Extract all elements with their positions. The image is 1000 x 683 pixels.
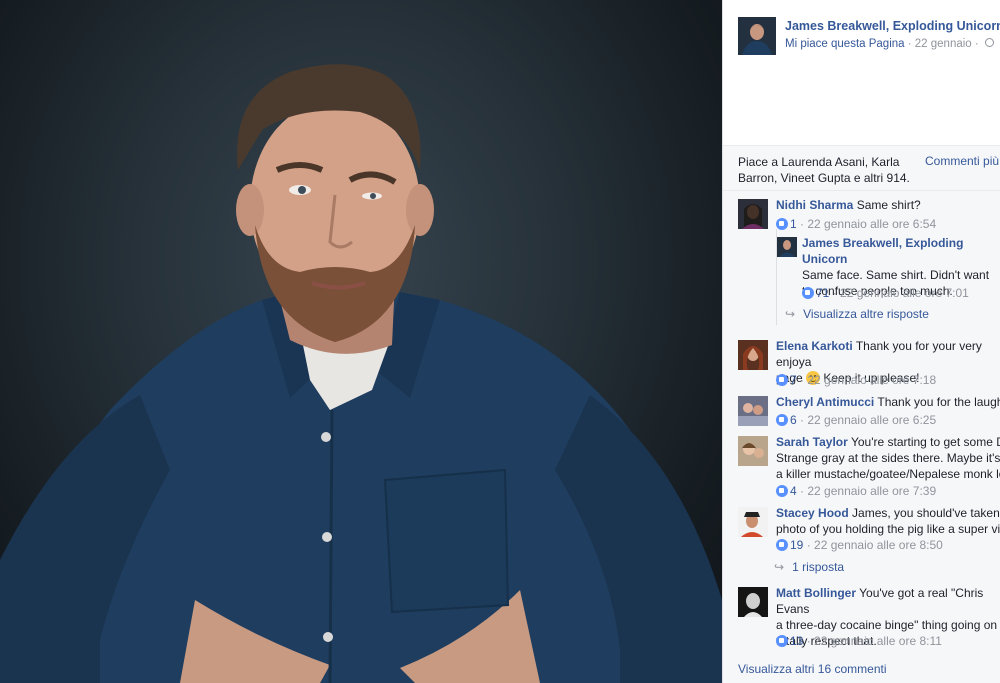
- commenter-avatar[interactable]: [738, 396, 768, 426]
- comment-time[interactable]: · 22 gennaio alle ore 8:11: [807, 634, 942, 648]
- comment-meta: 6 · 22 gennaio alle ore 6:25: [776, 413, 936, 427]
- comment-author[interactable]: Cheryl Antimucci: [776, 395, 874, 409]
- avatar-image: [738, 436, 768, 466]
- like-icon: [776, 635, 788, 647]
- comment-author[interactable]: Matt Bollinger: [776, 586, 856, 600]
- like-count[interactable]: 71: [816, 286, 829, 300]
- reactions-summary[interactable]: Piace a Laurenda Asani, Karla Barron, Vi…: [738, 154, 913, 186]
- reply-arrow-icon: ↪: [785, 307, 796, 321]
- commenter-avatar[interactable]: [738, 436, 768, 466]
- one-reply-label[interactable]: 1 risposta: [792, 560, 844, 574]
- comments-sort-link[interactable]: Commenti più r: [925, 154, 1000, 168]
- comment-time[interactable]: · 22 gennaio alle ore 7:18: [800, 373, 936, 387]
- comment-time[interactable]: · 22 gennaio alle ore 6:25: [800, 413, 936, 427]
- reactions-bar: Piace a Laurenda Asani, Karla Barron, Vi…: [723, 145, 1000, 191]
- reply-thread: James Breakwell, Exploding Unicorn Same f…: [776, 229, 1000, 325]
- avatar-image: [738, 340, 768, 370]
- like-count[interactable]: 7: [790, 373, 797, 387]
- avatar-image: [738, 507, 768, 537]
- globe-icon: [984, 38, 994, 47]
- comment-text-2: a three-day cocaine binge" thing going o…: [776, 618, 1000, 632]
- comment-author[interactable]: Stacey Hood: [776, 506, 849, 520]
- one-reply-link[interactable]: ↪ 1 risposta: [774, 560, 844, 574]
- reply-arrow-icon: ↪: [774, 560, 785, 574]
- like-page-link[interactable]: Mi piace questa Pagina: [785, 38, 905, 50]
- comment-text-3: a killer mustache/goatee/Nepalese monk l…: [776, 467, 1000, 481]
- comment-meta: 7 · 22 gennaio alle ore 7:18: [776, 373, 936, 387]
- comment-body: Sarah Taylor You're starting to get some…: [776, 434, 1000, 482]
- avatar-image: [777, 237, 797, 257]
- comment-text: Same shirt?: [856, 198, 921, 212]
- comment-body: Nidhi Sharma Same shirt?: [776, 197, 1000, 213]
- comment-body: Cheryl Antimucci Thank you for the laugh…: [776, 394, 1000, 410]
- like-count[interactable]: 4: [790, 484, 797, 498]
- comment-time[interactable]: · 22 gennaio alle ore 7:39: [800, 484, 936, 498]
- avatar-image: [738, 587, 768, 617]
- comment-text: James, you should've taken th: [852, 506, 1000, 520]
- reply-meta: 71 · 22 gennaio alle ore 7:01: [802, 286, 969, 300]
- like-icon: [802, 287, 814, 299]
- more-replies-label[interactable]: Visualizza altre risposte: [803, 307, 929, 321]
- comment-time[interactable]: · 22 gennaio alle ore 8:50: [807, 538, 943, 552]
- comment-text-2: Strange gray at the sides there. Maybe i…: [776, 451, 1000, 465]
- comment-text-2: photo of you holding the pig like a supe…: [776, 522, 1000, 536]
- like-icon: [776, 539, 788, 551]
- avatar-image: [738, 396, 768, 426]
- commenter-avatar[interactable]: [738, 587, 768, 617]
- like-icon: [776, 485, 788, 497]
- more-replies-link[interactable]: ↪ Visualizza altre risposte: [785, 307, 929, 321]
- avatar-image: [738, 199, 768, 229]
- view-more-comments-link[interactable]: Visualizza altri 16 commenti: [738, 662, 887, 676]
- post-meta: Mi piace questa Pagina · 22 gennaio ·: [785, 38, 994, 50]
- comment-author[interactable]: Elena Karkoti: [776, 339, 853, 353]
- reply-time[interactable]: · 22 gennaio alle ore 7:01: [833, 286, 969, 300]
- comment-meta: 19 · 22 gennaio alle ore 8:50: [776, 538, 943, 552]
- comments-list: Nidhi Sharma Same shirt? 1 · 22 gennaio …: [723, 191, 1000, 683]
- comment-meta: 4 · 22 gennaio alle ore 7:39: [776, 484, 936, 498]
- page-name-link[interactable]: James Breakwell, Exploding Unicorn: [785, 19, 1000, 33]
- post-side-panel: James Breakwell, Exploding Unicorn Mi pi…: [722, 0, 1000, 683]
- comment-meta: 13 · 22 gennaio alle ore 8:11: [776, 634, 942, 648]
- comment-author[interactable]: Sarah Taylor: [776, 435, 848, 449]
- post-photo[interactable]: [0, 0, 722, 683]
- reply-author[interactable]: James Breakwell, Exploding Unicorn: [802, 236, 963, 266]
- like-icon: [776, 374, 788, 386]
- post-date: · 22 gennaio ·: [904, 38, 982, 50]
- comment-body: Stacey Hood James, you should've taken t…: [776, 505, 1000, 537]
- like-count[interactable]: 6: [790, 413, 797, 427]
- like-count[interactable]: 13: [790, 634, 803, 648]
- commenter-avatar[interactable]: [738, 507, 768, 537]
- commenter-avatar[interactable]: [738, 340, 768, 370]
- reply-avatar[interactable]: [777, 237, 797, 257]
- page-avatar[interactable]: [738, 17, 776, 55]
- like-icon: [776, 414, 788, 426]
- comment-author[interactable]: Nidhi Sharma: [776, 198, 853, 212]
- page-avatar-image: [738, 17, 776, 55]
- post-header: James Breakwell, Exploding Unicorn Mi pi…: [738, 17, 1000, 57]
- commenter-avatar[interactable]: [738, 199, 768, 229]
- comment-text: Thank you for the laughs!: [877, 395, 1000, 409]
- man-portrait-illustration: [0, 64, 722, 683]
- comment-text: You're starting to get some Do: [850, 435, 1000, 449]
- like-count[interactable]: 19: [790, 538, 803, 552]
